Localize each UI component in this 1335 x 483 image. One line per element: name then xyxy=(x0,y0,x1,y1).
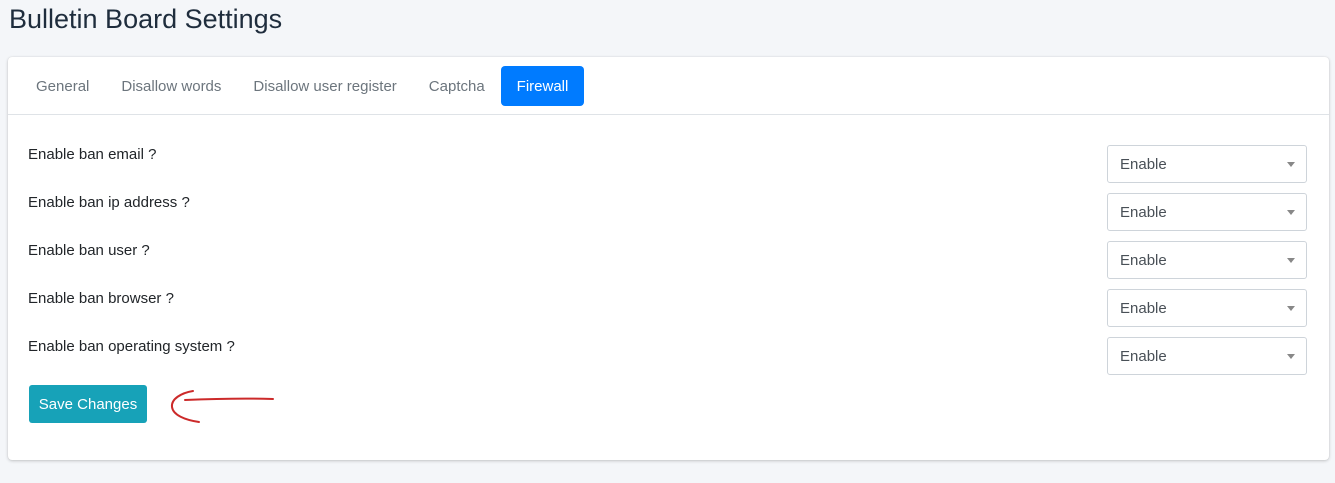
ban-os-label: Enable ban operating system ? xyxy=(28,338,235,355)
chevron-down-icon xyxy=(1287,162,1295,167)
ban-user-select[interactable]: Enable xyxy=(1107,241,1307,279)
ban-ip-label: Enable ban ip address ? xyxy=(28,194,190,211)
chevron-down-icon xyxy=(1287,258,1295,263)
chevron-down-icon xyxy=(1287,210,1295,215)
tab-firewall[interactable]: Firewall xyxy=(500,66,585,106)
tab-captcha[interactable]: Captcha xyxy=(413,66,501,106)
ban-os-select[interactable]: Enable xyxy=(1107,337,1307,375)
tab-disallow-user-register[interactable]: Disallow user register xyxy=(237,66,412,106)
setting-row-ban-email: Enable ban email ? Enable xyxy=(8,145,1329,185)
page-title: Bulletin Board Settings xyxy=(9,4,283,34)
ban-email-label: Enable ban email ? xyxy=(28,146,157,163)
save-changes-button[interactable]: Save Changes xyxy=(29,385,147,423)
ban-user-select-value: Enable xyxy=(1120,251,1167,269)
setting-row-ban-ip: Enable ban ip address ? Enable xyxy=(8,193,1329,233)
annotation-arrow-icon xyxy=(170,390,274,423)
ban-os-select-value: Enable xyxy=(1120,347,1167,365)
tab-disallow-words[interactable]: Disallow words xyxy=(105,66,237,106)
tab-general[interactable]: General xyxy=(20,66,105,106)
ban-ip-select[interactable]: Enable xyxy=(1107,193,1307,231)
ban-ip-select-value: Enable xyxy=(1120,203,1167,221)
chevron-down-icon xyxy=(1287,306,1295,311)
setting-row-ban-user: Enable ban user ? Enable xyxy=(8,241,1329,281)
ban-user-label: Enable ban user ? xyxy=(28,242,150,259)
tab-bar: General Disallow words Disallow user reg… xyxy=(8,57,1329,115)
ban-email-select[interactable]: Enable xyxy=(1107,145,1307,183)
ban-browser-label: Enable ban browser ? xyxy=(28,290,174,307)
ban-browser-select[interactable]: Enable xyxy=(1107,289,1307,327)
setting-row-ban-os: Enable ban operating system ? Enable xyxy=(8,337,1329,377)
ban-email-select-value: Enable xyxy=(1120,155,1167,173)
chevron-down-icon xyxy=(1287,354,1295,359)
setting-row-ban-browser: Enable ban browser ? Enable xyxy=(8,289,1329,329)
settings-card: General Disallow words Disallow user reg… xyxy=(8,57,1329,460)
ban-browser-select-value: Enable xyxy=(1120,299,1167,317)
